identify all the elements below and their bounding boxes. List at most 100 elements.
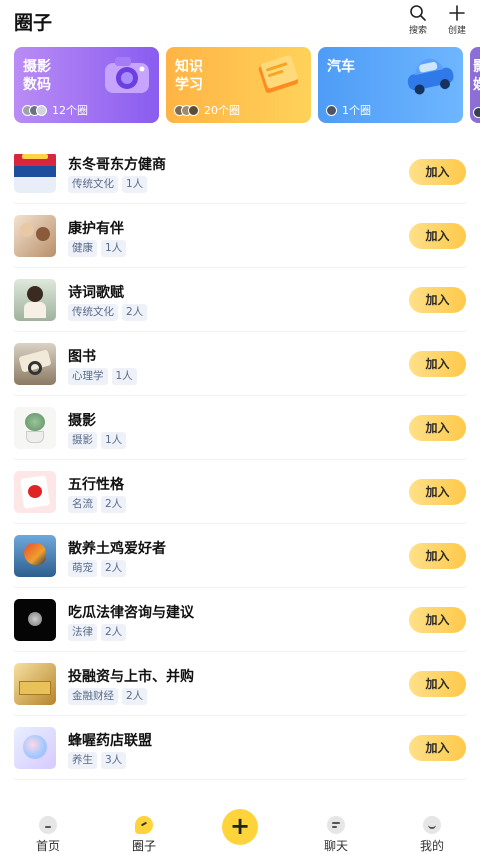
tab-me-label: 我的 [419, 839, 444, 853]
create-button[interactable]: 创建 [442, 4, 472, 36]
join-button[interactable]: 加入 [409, 543, 466, 569]
circle-tags: 传统文化 2人 [68, 304, 151, 321]
category-tag: 金融财经 [68, 688, 118, 705]
circle-row[interactable]: 康护有伴 健康 1人 加入 [0, 204, 480, 268]
tab-circle-label: 圈子 [131, 839, 156, 853]
circle-name: 蜂喔药店联盟 [68, 733, 152, 749]
join-button[interactable]: 加入 [409, 671, 466, 697]
bottom-tab-bar: 首页 圈子 + 聊天 我的 [0, 798, 480, 854]
circle-thumbnail [14, 407, 56, 449]
category-label: 摄影 数码 [23, 59, 51, 93]
circle-thumbnail [14, 535, 56, 577]
member-avatars [326, 104, 339, 116]
join-button[interactable]: 加入 [409, 287, 466, 313]
member-count-tag: 1人 [111, 368, 137, 385]
member-avatars [22, 104, 49, 116]
tab-me[interactable]: 我的 [402, 816, 462, 854]
category-count: 12个圈 [22, 102, 88, 118]
circle-tab-icon [135, 816, 153, 834]
join-button[interactable]: 加入 [409, 223, 466, 249]
circle-row[interactable]: 投融资与上市、并购 金融财经 2人 加入 [0, 652, 480, 716]
search-label: 搜索 [408, 26, 427, 36]
circle-name: 投融资与上市、并购 [68, 669, 194, 685]
circle-row[interactable]: 蜂喔药店联盟 养生 3人 加入 [0, 716, 480, 780]
category-count: 1个圈 [326, 102, 371, 118]
circle-tags: 传统文化 1人 [68, 176, 151, 193]
category-carousel[interactable]: 摄影 数码 12个圈 知识 学习 20个圈 汽车 1个圈 [0, 47, 480, 123]
join-button[interactable]: 加入 [409, 479, 466, 505]
category-label: 汽车 [327, 59, 355, 75]
category-card-photo[interactable]: 摄影 数码 12个圈 [14, 47, 159, 123]
circle-row[interactable]: 东冬哥东方健商 传统文化 1人 加入 [0, 140, 480, 204]
category-tag: 名流 [68, 496, 97, 513]
tab-chat-label: 聊天 [323, 839, 348, 853]
circle-tags: 摄影 1人 [68, 432, 130, 449]
category-tag: 传统文化 [68, 176, 118, 193]
category-tag: 摄影 [68, 432, 97, 449]
category-card-entertainment[interactable]: 影 娱 [470, 47, 480, 123]
tab-home[interactable]: 首页 [18, 816, 78, 854]
circle-row[interactable]: 五行性格名流 2人 加入 [0, 460, 480, 524]
category-tag: 养生 [68, 752, 97, 769]
circle-thumbnail [14, 151, 56, 193]
join-button[interactable]: 加入 [409, 351, 466, 377]
category-card-knowledge[interactable]: 知识 学习 20个圈 [166, 47, 311, 123]
circle-name: 康护有伴 [68, 221, 124, 237]
circle-row[interactable]: 散养土鸡爱好者 萌宠 2人 加入 [0, 524, 480, 588]
circle-thumbnail [14, 727, 56, 769]
circle-tags: 法律 2人 [68, 624, 130, 641]
circle-name: 散养土鸡爱好者 [68, 541, 166, 557]
camera-icon [105, 57, 149, 93]
join-button[interactable]: 加入 [409, 607, 466, 633]
category-tag: 健康 [68, 240, 97, 257]
member-count-tag: 2人 [101, 624, 127, 641]
profile-icon [423, 816, 441, 834]
circle-tags: 名流 2人 [68, 496, 130, 513]
page-title: 圈子 [14, 12, 53, 34]
search-icon [410, 5, 426, 21]
search-button[interactable]: 搜索 [403, 4, 433, 36]
member-count-tag: 1人 [101, 432, 127, 449]
circle-tags: 养生 3人 [68, 752, 130, 769]
circle-row[interactable]: 摄影 摄影 1人 加入 [0, 396, 480, 460]
circle-thumbnail [14, 279, 56, 321]
top-header: 圈子 搜索 创建 [0, 0, 480, 44]
add-button[interactable]: + [222, 809, 258, 845]
circle-name: 吃瓜法律咨询与建议 [68, 605, 194, 621]
circle-name: 摄影 [68, 413, 96, 429]
circle-thumbnail [14, 343, 56, 385]
member-count-tag: 3人 [101, 752, 127, 769]
circle-tags: 金融财经 2人 [68, 688, 151, 705]
member-count-tag: 2人 [122, 688, 148, 705]
car-icon [407, 58, 454, 95]
category-tag: 萌宠 [68, 560, 97, 577]
member-avatars [174, 104, 201, 116]
join-button[interactable]: 加入 [409, 159, 466, 185]
member-avatars [473, 107, 480, 118]
circle-name: 诗词歌赋 [68, 285, 124, 301]
category-count [473, 107, 480, 118]
create-label: 创建 [447, 26, 466, 36]
tab-circle[interactable]: 圈子 [114, 816, 174, 854]
member-count-tag: 2人 [101, 560, 127, 577]
circle-thumbnail [14, 471, 56, 513]
category-label: 知识 学习 [175, 59, 203, 93]
circle-row[interactable]: 吃瓜法律咨询与建议 法律 2人 加入 [0, 588, 480, 652]
circle-name: 五行性格 [68, 477, 124, 493]
tab-home-label: 首页 [35, 839, 60, 853]
circle-thumbnail [14, 599, 56, 641]
chat-icon [327, 816, 345, 834]
join-button[interactable]: 加入 [409, 415, 466, 441]
category-tag: 法律 [68, 624, 97, 641]
tab-chat[interactable]: 聊天 [306, 816, 366, 854]
category-card-car[interactable]: 汽车 1个圈 [318, 47, 463, 123]
category-tag: 心理学 [68, 368, 108, 385]
category-tag: 传统文化 [68, 304, 118, 321]
circle-row[interactable]: 图书心理学 1人 加入 [0, 332, 480, 396]
member-count-tag: 2人 [122, 304, 148, 321]
circle-thumbnail [14, 215, 56, 257]
circle-row[interactable]: 诗词歌赋传统文化 2人 加入 [0, 268, 480, 332]
circle-thumbnail [14, 663, 56, 705]
circle-name: 图书 [68, 349, 96, 365]
join-button[interactable]: 加入 [409, 735, 466, 761]
